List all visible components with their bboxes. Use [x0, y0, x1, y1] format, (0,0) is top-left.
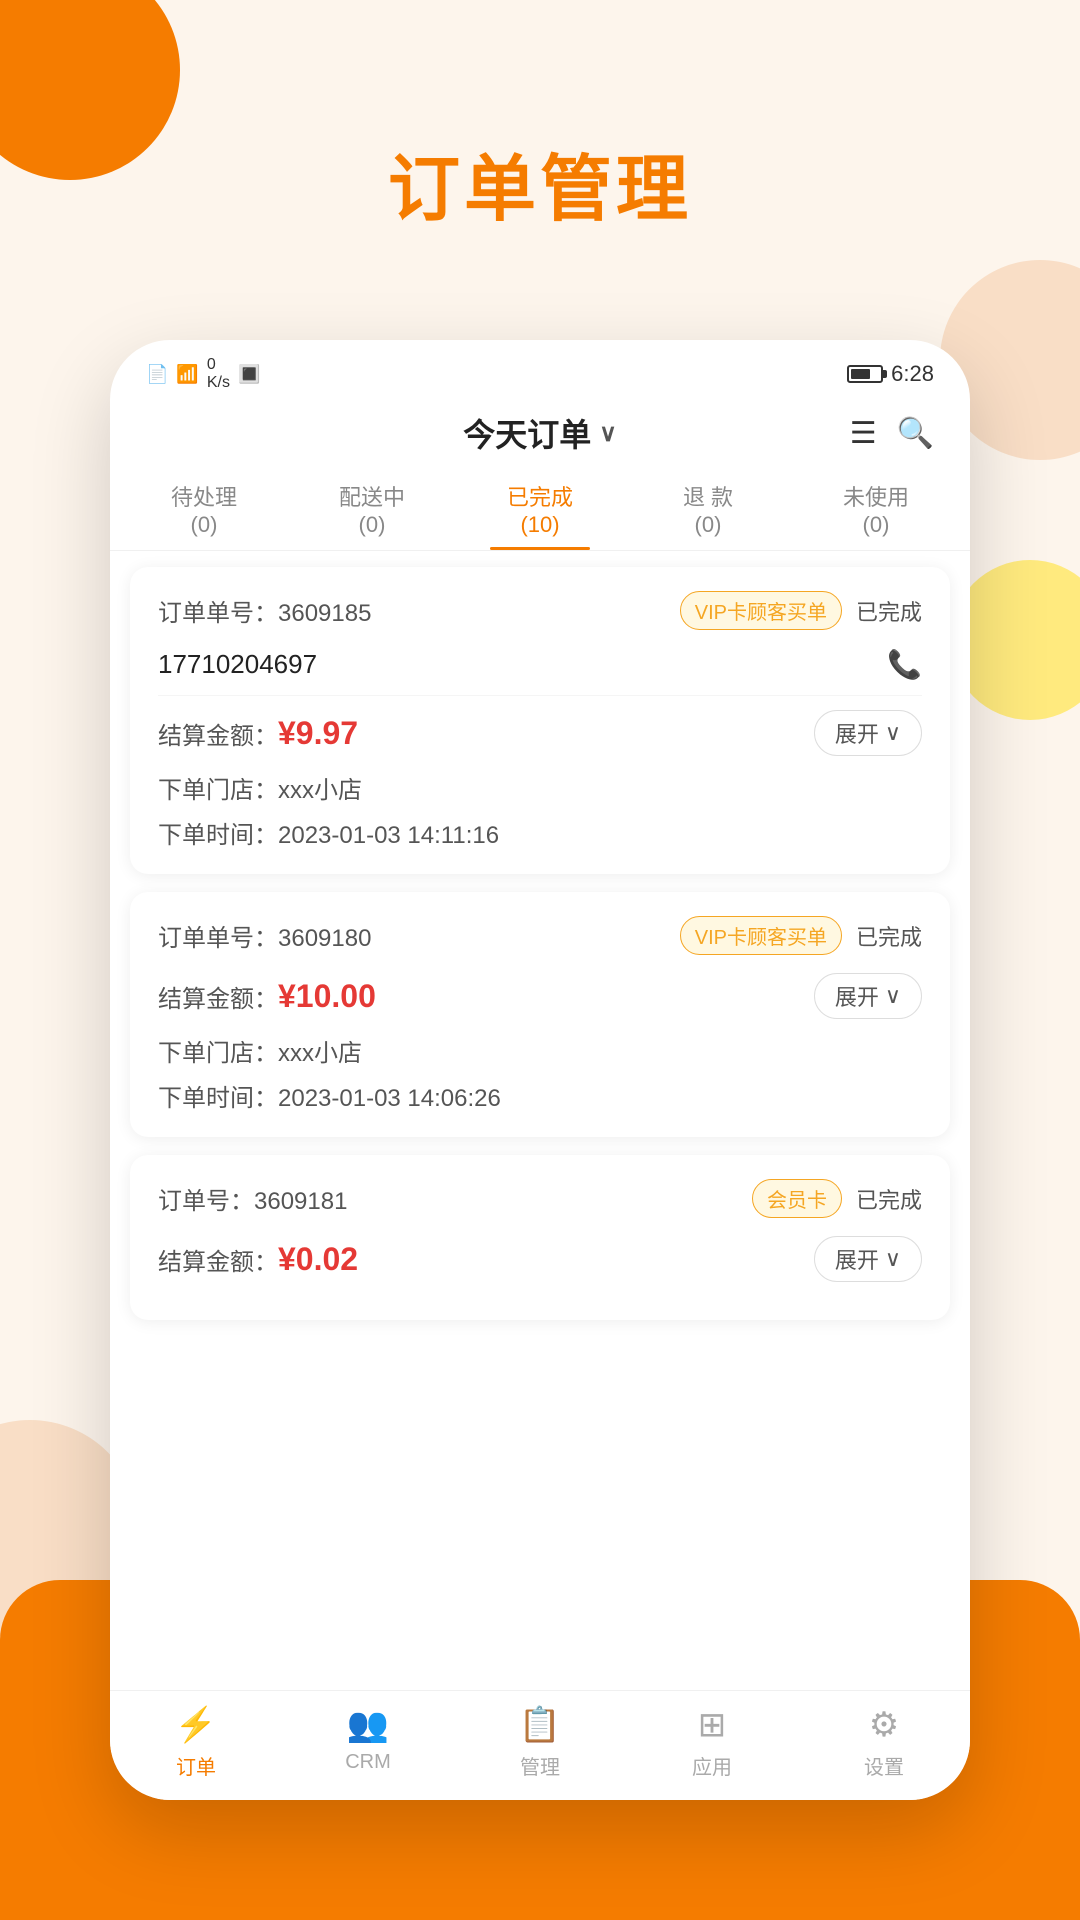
order-2-expand-btn[interactable]: 展开 ∨	[814, 973, 922, 1019]
bottom-nav-apps[interactable]: ⊞ 应用	[626, 1705, 798, 1780]
status-bar: 📄 📶 0K/s 🔳 6:28	[110, 340, 970, 400]
apps-icon: ⊞	[698, 1705, 727, 1745]
sim-icon: 📄	[146, 364, 168, 385]
bottom-nav: ⚡ 订单 👥 CRM 📋 管理 ⊞ 应用 ⚙ 设置	[110, 1690, 970, 1800]
today-orders-label: 今天订单	[463, 410, 591, 456]
tab-refund[interactable]: 退 款 (0)	[624, 466, 792, 550]
status-bar-left: 📄 📶 0K/s 🔳	[146, 356, 260, 392]
apps-label: 应用	[692, 1751, 732, 1780]
tabs-bar: 待处理 (0) 配送中 (0) 已完成 (10) 退 款 (0) 未使用 (0)	[110, 466, 970, 551]
order-card-2: 订单单号：3609180 VIP卡顾客买单 已完成 结算金额：¥10.00 展开…	[130, 892, 950, 1137]
order-3-amount-label: 结算金额：¥0.02	[158, 1241, 358, 1278]
speed-indicator: 0K/s	[207, 356, 230, 392]
settings-label: 设置	[864, 1751, 904, 1780]
orders-icon: ⚡	[175, 1705, 217, 1745]
order-2-amount-label: 结算金额：¥10.00	[158, 978, 376, 1015]
tab-pending[interactable]: 待处理 (0)	[120, 466, 288, 550]
order-1-amount-value: ¥9.97	[278, 715, 358, 751]
order-1-amount-row: 结算金额：¥9.97 展开 ∨	[158, 710, 922, 756]
phone-call-icon[interactable]: 📞	[887, 648, 922, 681]
top-nav-title[interactable]: 今天订单 ∨	[463, 410, 617, 456]
expand-chevron-icon: ∨	[885, 720, 901, 746]
order-3-expand-btn[interactable]: 展开 ∨	[814, 1236, 922, 1282]
order-1-number: 订单单号：3609185	[158, 593, 371, 628]
manage-icon: 📋	[519, 1705, 561, 1745]
order-3-header: 订单号：3609181 会员卡 已完成	[158, 1179, 922, 1218]
bottom-nav-manage[interactable]: 📋 管理	[454, 1705, 626, 1780]
order-2-time: 下单时间：2023-01-03 14:06:26	[158, 1078, 922, 1113]
bottom-nav-crm[interactable]: 👥 CRM	[282, 1705, 454, 1780]
wifi-icon: 📶	[176, 364, 198, 385]
order-1-amount-label: 结算金额：¥9.97	[158, 715, 358, 752]
title-dropdown-icon[interactable]: ∨	[599, 419, 617, 448]
order-2-tags: VIP卡顾客买单 已完成	[680, 916, 922, 955]
tab-completed-label: 已完成	[460, 480, 620, 512]
expand-label-2: 展开	[835, 980, 879, 1012]
order-2-amount-value: ¥10.00	[278, 978, 376, 1014]
bottom-nav-settings[interactable]: ⚙ 设置	[798, 1705, 970, 1780]
settings-icon: ⚙	[869, 1705, 899, 1745]
orders-label: 订单	[176, 1751, 216, 1780]
tab-delivering[interactable]: 配送中 (0)	[288, 466, 456, 550]
tab-unused-count: (0)	[796, 512, 956, 538]
phone-mockup: 📄 📶 0K/s 🔳 6:28 今天订单 ∨ ☰ 🔍 待处理 (0) 配送	[110, 340, 970, 1800]
battery-icon	[847, 365, 883, 383]
order-3-amount-row: 结算金额：¥0.02 展开 ∨	[158, 1236, 922, 1282]
nfc-icon: 🔳	[238, 364, 260, 385]
order-2-header: 订单单号：3609180 VIP卡顾客买单 已完成	[158, 916, 922, 955]
order-3-tags: 会员卡 已完成	[752, 1179, 922, 1218]
tab-delivering-count: (0)	[292, 512, 452, 538]
expand-label-3: 展开	[835, 1243, 879, 1275]
order-2-number: 订单单号：3609180	[158, 918, 371, 953]
tab-pending-count: (0)	[124, 512, 284, 538]
order-3-member-tag: 会员卡	[752, 1179, 842, 1218]
order-2-amount-row: 结算金额：¥10.00 展开 ∨	[158, 973, 922, 1019]
order-card-3: 订单号：3609181 会员卡 已完成 结算金额：¥0.02 展开 ∨	[130, 1155, 950, 1320]
order-1-time: 下单时间：2023-01-03 14:11:16	[158, 815, 922, 850]
order-2-store: 下单门店：xxx小店	[158, 1033, 922, 1068]
tab-pending-label: 待处理	[124, 480, 284, 512]
bottom-nav-orders[interactable]: ⚡ 订单	[110, 1705, 282, 1780]
tab-refund-count: (0)	[628, 512, 788, 538]
search-icon[interactable]: 🔍	[897, 416, 934, 451]
status-bar-right: 6:28	[847, 361, 934, 387]
top-nav-actions: ☰ 🔍	[850, 416, 934, 451]
menu-icon[interactable]: ☰	[850, 416, 877, 451]
order-3-number: 订单号：3609181	[158, 1181, 347, 1216]
tab-completed-count: (10)	[460, 512, 620, 538]
tab-refund-label: 退 款	[628, 480, 788, 512]
tab-unused[interactable]: 未使用 (0)	[792, 466, 960, 550]
order-3-amount-value: ¥0.02	[278, 1241, 358, 1277]
tab-unused-label: 未使用	[796, 480, 956, 512]
status-time: 6:28	[891, 361, 934, 387]
tab-completed[interactable]: 已完成 (10)	[456, 466, 624, 550]
order-1-header: 订单单号：3609185 VIP卡顾客买单 已完成	[158, 591, 922, 630]
order-1-expand-btn[interactable]: 展开 ∨	[814, 710, 922, 756]
crm-label: CRM	[345, 1751, 391, 1774]
order-1-phone-row: 17710204697 📞	[158, 648, 922, 696]
top-nav: 今天订单 ∨ ☰ 🔍	[110, 400, 970, 466]
order-2-status: 已完成	[856, 920, 922, 952]
crm-icon: 👥	[347, 1705, 389, 1745]
expand-chevron-icon-2: ∨	[885, 983, 901, 1009]
expand-chevron-icon-3: ∨	[885, 1246, 901, 1272]
expand-label: 展开	[835, 717, 879, 749]
order-1-status: 已完成	[856, 595, 922, 627]
order-2-vip-tag: VIP卡顾客买单	[680, 916, 842, 955]
order-1-phone: 17710204697	[158, 649, 317, 680]
order-1-store: 下单门店：xxx小店	[158, 770, 922, 805]
manage-label: 管理	[520, 1751, 560, 1780]
page-title: 订单管理	[0, 130, 1080, 235]
orders-list: 订单单号：3609185 VIP卡顾客买单 已完成 17710204697 📞 …	[110, 551, 970, 1690]
order-3-status: 已完成	[856, 1183, 922, 1215]
tab-delivering-label: 配送中	[292, 480, 452, 512]
order-1-tags: VIP卡顾客买单 已完成	[680, 591, 922, 630]
order-card-1: 订单单号：3609185 VIP卡顾客买单 已完成 17710204697 📞 …	[130, 567, 950, 874]
order-1-vip-tag: VIP卡顾客买单	[680, 591, 842, 630]
